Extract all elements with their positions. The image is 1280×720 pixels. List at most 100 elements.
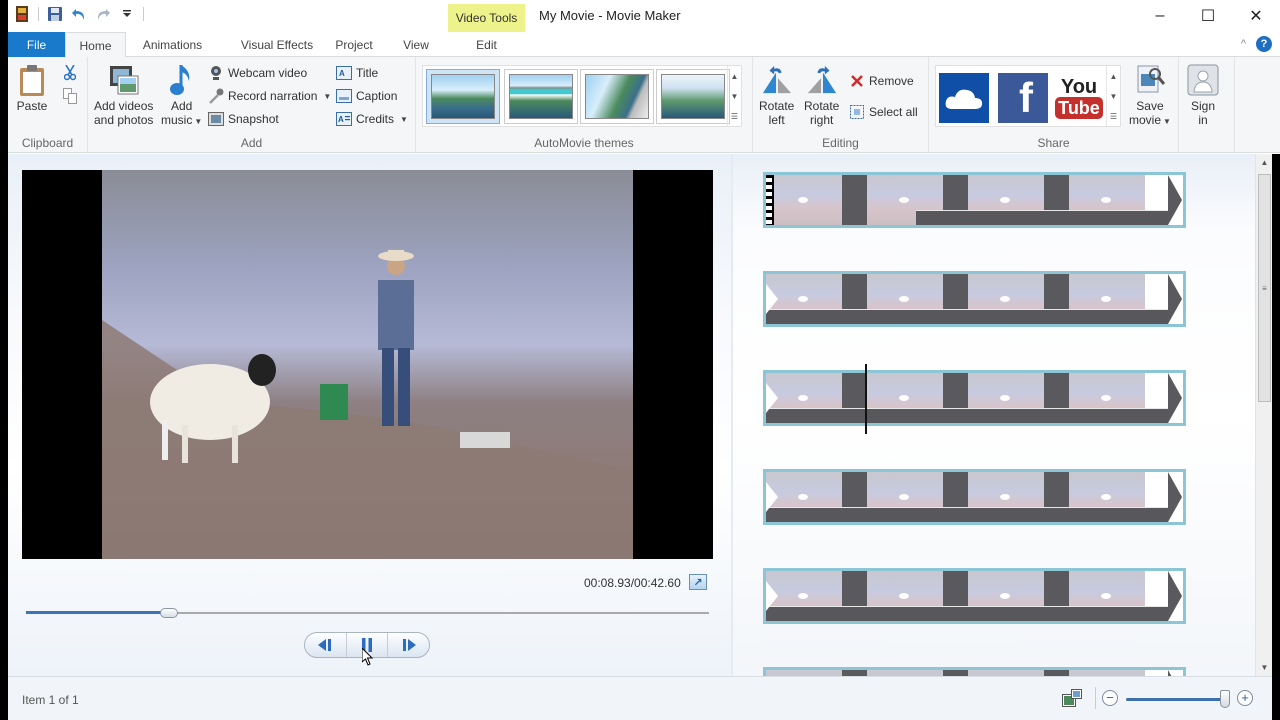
rotate-right-button[interactable]: Rotate right (804, 63, 839, 127)
quick-access-toolbar (14, 6, 144, 22)
copy-button[interactable] (62, 86, 78, 106)
add-music-text: music (161, 113, 193, 127)
select-all-button[interactable]: Select all (849, 102, 918, 122)
item-count-status: Item 1 of 1 (22, 693, 79, 707)
scroll-thumb[interactable]: ≡ (1258, 174, 1271, 402)
clip-frame-thumbnail (766, 175, 842, 225)
movie-maker-window: Video Tools My Movie - Movie Maker – ☐ ✕… (8, 0, 1280, 720)
caption-button[interactable]: Caption (336, 86, 397, 106)
zoom-out-button[interactable]: − (1102, 690, 1118, 706)
group-editing: Rotate left Rotate right Remove Select a… (753, 57, 929, 153)
playhead-marker[interactable] (865, 364, 867, 434)
gallery-scroll-up-icon[interactable]: ▲ (731, 72, 739, 81)
audio-waveform (916, 210, 1168, 225)
minimize-button[interactable]: – (1136, 0, 1184, 32)
paste-button[interactable]: Paste (16, 63, 48, 113)
credits-button[interactable]: A Credits ▼ (336, 109, 408, 129)
audio-waveform (766, 408, 1168, 423)
rotate-right-line2: right (810, 113, 834, 127)
tab-visual-effects[interactable]: Visual Effects (222, 32, 332, 57)
frame-subject (1000, 197, 1010, 203)
snapshot-button[interactable]: Snapshot (208, 109, 279, 129)
tab-home[interactable]: Home (65, 32, 126, 58)
theme-fade[interactable] (580, 69, 654, 124)
theme-contemporary[interactable] (504, 69, 578, 124)
webcam-icon (208, 65, 224, 81)
storyboard-timeline[interactable] (733, 154, 1255, 676)
maximize-button[interactable]: ☐ (1184, 0, 1232, 32)
tab-edit[interactable]: Edit (448, 32, 525, 57)
storyboard-clip[interactable] (763, 667, 1186, 676)
storyboard-clip[interactable] (763, 370, 1186, 426)
storyboard-scrollbar[interactable]: ▲ ≡ ▼ (1255, 154, 1272, 676)
close-button[interactable]: ✕ (1232, 0, 1280, 32)
music-note-icon (166, 63, 198, 97)
gallery-scroll-down-icon[interactable]: ▼ (731, 92, 739, 101)
theme-thumbnail (661, 74, 725, 119)
theme-thumbnail (509, 74, 573, 119)
storyboard-clip[interactable] (763, 271, 1186, 327)
title-button[interactable]: A Title (336, 63, 378, 83)
youtube-tile[interactable]: You Tube (1054, 73, 1104, 123)
cut-button[interactable] (62, 63, 78, 83)
frame-subject (1101, 296, 1111, 302)
add-music-label-line2: music ▼ (161, 113, 202, 129)
onedrive-cloud-icon (945, 89, 983, 109)
frame-subject (1101, 593, 1111, 599)
storyboard-clip[interactable] (763, 172, 1186, 228)
seek-slider[interactable] (26, 608, 709, 618)
undo-icon[interactable] (71, 6, 87, 22)
clipboard-icon (16, 63, 48, 97)
gallery-scroll-up-icon[interactable]: ▲ (1110, 72, 1118, 81)
previous-frame-button[interactable] (305, 633, 346, 657)
previous-frame-icon (318, 639, 332, 651)
app-icon[interactable] (14, 6, 30, 22)
add-videos-photos-button[interactable]: Add videos and photos (94, 63, 153, 127)
facebook-tile[interactable]: f (998, 73, 1048, 123)
storyboard-clip[interactable] (763, 469, 1186, 525)
frame-gap (842, 175, 867, 225)
onedrive-tile[interactable] (939, 73, 989, 123)
theme-pan-zoom[interactable] (656, 69, 730, 124)
redo-icon[interactable] (95, 6, 111, 22)
gallery-expand-icon[interactable]: ☰ (731, 112, 738, 121)
tab-project[interactable]: Project (326, 32, 382, 57)
scroll-up-button[interactable]: ▲ (1256, 154, 1273, 171)
zoom-knob[interactable] (1220, 690, 1230, 708)
caption-label: Caption (356, 89, 398, 103)
video-preview[interactable] (22, 170, 713, 559)
thumbnail-size-icon[interactable] (1062, 689, 1082, 707)
sign-in-button[interactable]: Sign in (1187, 63, 1219, 127)
frame-subject (899, 593, 909, 599)
save-icon[interactable] (47, 6, 63, 22)
add-music-button[interactable]: Add music ▼ (161, 63, 202, 129)
record-narration-button[interactable]: Record narration ▼ (208, 86, 331, 106)
rotate-right-line1: Rotate (804, 99, 840, 113)
customize-qat-icon[interactable] (119, 6, 135, 22)
clip-continue-arrow (1168, 472, 1182, 522)
zoom-in-button[interactable]: + (1237, 690, 1253, 706)
next-frame-button[interactable] (388, 633, 429, 657)
help-icon[interactable]: ? (1256, 36, 1272, 52)
tab-view[interactable]: View (392, 32, 440, 57)
gallery-expand-icon[interactable]: ☰ (1110, 112, 1117, 121)
tab-animations[interactable]: Animations (130, 32, 215, 57)
storyboard-clip[interactable] (763, 568, 1186, 624)
seek-thumb[interactable] (160, 608, 178, 618)
webcam-video-button[interactable]: Webcam video (208, 63, 307, 83)
zoom-slider[interactable] (1126, 690, 1230, 708)
clip-start-sprocket (766, 175, 774, 225)
scroll-down-button[interactable]: ▼ (1256, 659, 1273, 676)
time-readout: 00:08.93/00:42.60 (584, 576, 681, 590)
save-movie-button[interactable]: Save movie ▼ (1129, 63, 1171, 129)
theme-default[interactable] (426, 69, 500, 124)
ribbon-tabs: File Home Animations Visual Effects Proj… (8, 32, 1280, 58)
fullscreen-icon[interactable]: ↗ (689, 574, 707, 590)
collapse-ribbon-icon[interactable]: ^ (1241, 38, 1246, 50)
snapshot-icon (208, 111, 224, 127)
sign-in-line2: in (1198, 113, 1208, 127)
gallery-scroll-down-icon[interactable]: ▼ (1110, 92, 1118, 101)
tab-file[interactable]: File (8, 32, 65, 57)
rotate-left-button[interactable]: Rotate left (759, 63, 794, 127)
remove-button[interactable]: Remove (849, 71, 914, 91)
